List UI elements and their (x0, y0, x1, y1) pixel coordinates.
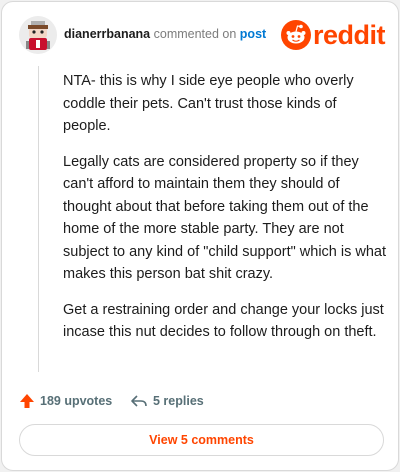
comment-body: NTA- this is why I side eye people who o… (63, 70, 388, 357)
comment-paragraph: NTA- this is why I side eye people who o… (63, 73, 354, 134)
reply-count: 5 replies (153, 394, 204, 408)
thread-line[interactable] (38, 66, 39, 372)
comment-header: dianerrbanana commented on post reddit (19, 16, 387, 56)
comment-paragraph: Legally cats are considered property so … (63, 153, 387, 283)
username-link[interactable]: dianerrbanana (64, 27, 150, 41)
upvote-arrow-icon (20, 394, 34, 408)
user-avatar[interactable] (19, 16, 57, 54)
upvote-count: 189 upvotes (40, 394, 113, 408)
comment-actions: 189 upvotes 5 replies (19, 391, 379, 411)
upvote-button[interactable]: 189 upvotes (19, 391, 112, 411)
comment-paragraph: Get a restraining order and change your … (63, 301, 384, 341)
reddit-wordmark: reddit (313, 20, 386, 50)
reddit-snoo-icon (281, 20, 311, 50)
post-link[interactable]: post (240, 27, 266, 41)
reply-arrow-icon (131, 395, 147, 407)
reddit-logo[interactable]: reddit (281, 20, 387, 50)
commented-on-text: commented on (153, 27, 237, 41)
view-comments-button[interactable]: View 5 comments (19, 424, 384, 456)
reply-button[interactable]: 5 replies (130, 391, 204, 411)
comment-card: dianerrbanana commented on post reddit N… (1, 1, 399, 471)
comment-meta: dianerrbanana commented on post (64, 27, 266, 41)
view-comments-label: View 5 comments (149, 433, 254, 447)
